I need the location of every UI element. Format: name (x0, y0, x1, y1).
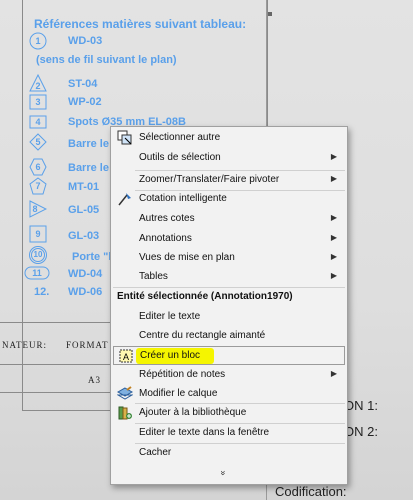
menu-item-add-to-library[interactable]: Ajouter à la bibliothèque (113, 404, 345, 423)
right-label-2: ON 2: (344, 424, 378, 439)
submenu-arrow-icon: ▶ (330, 252, 337, 261)
library-icon (117, 405, 133, 421)
menu-item-edit-text-in-window[interactable]: Editer le texte dans la fenêtre (113, 424, 345, 443)
right-label-1: ON 1: (344, 398, 378, 413)
sheet-corner-mark (268, 12, 272, 16)
submenu-arrow-icon: ▶ (330, 213, 337, 222)
smart-dimension-icon (117, 191, 133, 207)
box-balloon-icon: 11 (24, 266, 50, 284)
svg-text:A: A (123, 352, 129, 362)
create-block-icon: A (118, 348, 134, 364)
grain-direction-note: (sens de fil suivant le plan) (36, 54, 177, 66)
menu-item-zoom-pan-rotate[interactable]: Zoomer/Translater/Faire pivoter ▶ (113, 171, 345, 190)
menu-item-create-block[interactable]: A Créer un bloc (113, 346, 345, 365)
flag-balloon-icon: 8 (29, 200, 47, 218)
submenu-arrow-icon: ▶ (330, 174, 337, 183)
menu-item-note-repetition[interactable]: Répétition de notes ▶ (113, 366, 345, 385)
submenu-arrow-icon: ▶ (330, 271, 337, 280)
references-title: Références matières suivant tableau: (34, 17, 247, 31)
submenu-arrow-icon: ▶ (330, 152, 337, 161)
menu-item-drawing-views[interactable]: Vues de mise en plan ▶ (113, 249, 345, 268)
format-value: A3 (88, 375, 101, 385)
ref-code: WD-04 (68, 268, 103, 280)
double-circle-balloon-icon: 10 (29, 246, 47, 264)
ref-code: Barre le (68, 162, 109, 174)
ref-number: 12. (34, 286, 50, 298)
codification-label: Codification: (275, 484, 347, 499)
pentagon-balloon-icon: 7 (29, 177, 47, 195)
menu-item-tables[interactable]: Tables ▶ (113, 268, 345, 287)
layer-icon (116, 386, 134, 402)
square-balloon-icon: 9 (29, 225, 47, 243)
submenu-arrow-icon: ▶ (330, 233, 337, 242)
expand-more-icon[interactable]: » (219, 470, 229, 475)
format-label: FORMAT (66, 340, 109, 350)
ref-code: GL-05 (68, 204, 100, 216)
hexagon-balloon-icon: 6 (29, 158, 47, 176)
ref-code: Porte "li (72, 251, 115, 263)
ref-code: MT-01 (68, 181, 100, 193)
designer-label: NATEUR: (2, 340, 47, 350)
menu-item-snap-rectangle-center[interactable]: Centre du rectangle aimanté (113, 327, 345, 346)
menu-item-annotations[interactable]: Annotations ▶ (113, 230, 345, 249)
titleblock-bottom-line (0, 392, 110, 393)
rectangle-balloon-icon: 4 (29, 113, 47, 131)
submenu-arrow-icon: ▶ (330, 369, 337, 378)
menu-item-selection-tools[interactable]: Outils de sélection ▶ (113, 149, 345, 168)
select-other-icon (117, 130, 133, 146)
ref-code: Barre le (68, 138, 109, 150)
menu-item-select-other[interactable]: Sélectionner autre (113, 129, 345, 148)
ref-code: WP-02 (68, 96, 102, 108)
menu-item-edit-text[interactable]: Editer le texte (113, 308, 345, 327)
diamond-balloon-icon: 5 (29, 133, 47, 151)
ref-code: ST-04 (68, 78, 98, 90)
menu-item-change-layer[interactable]: Modifier le calque (113, 385, 345, 404)
ref-code: GL-03 (68, 230, 100, 242)
menu-item-hide[interactable]: Cacher (113, 444, 345, 463)
triangle-balloon-icon: 2 (29, 74, 47, 92)
menu-item-smart-dimension[interactable]: Cotation intelligente (113, 190, 345, 209)
square-balloon-icon: 3 (29, 93, 47, 111)
circle-balloon-icon: 1 (29, 32, 47, 50)
ref-code: WD-03 (68, 35, 103, 47)
menu-item-other-dimensions[interactable]: Autres cotes ▶ (113, 210, 345, 229)
context-menu: Sélectionner autre Outils de sélection ▶… (110, 126, 348, 485)
menu-header-selected-entity: Entité sélectionnée (Annotation1970) (117, 291, 293, 302)
ref-code: WD-06 (68, 286, 103, 298)
